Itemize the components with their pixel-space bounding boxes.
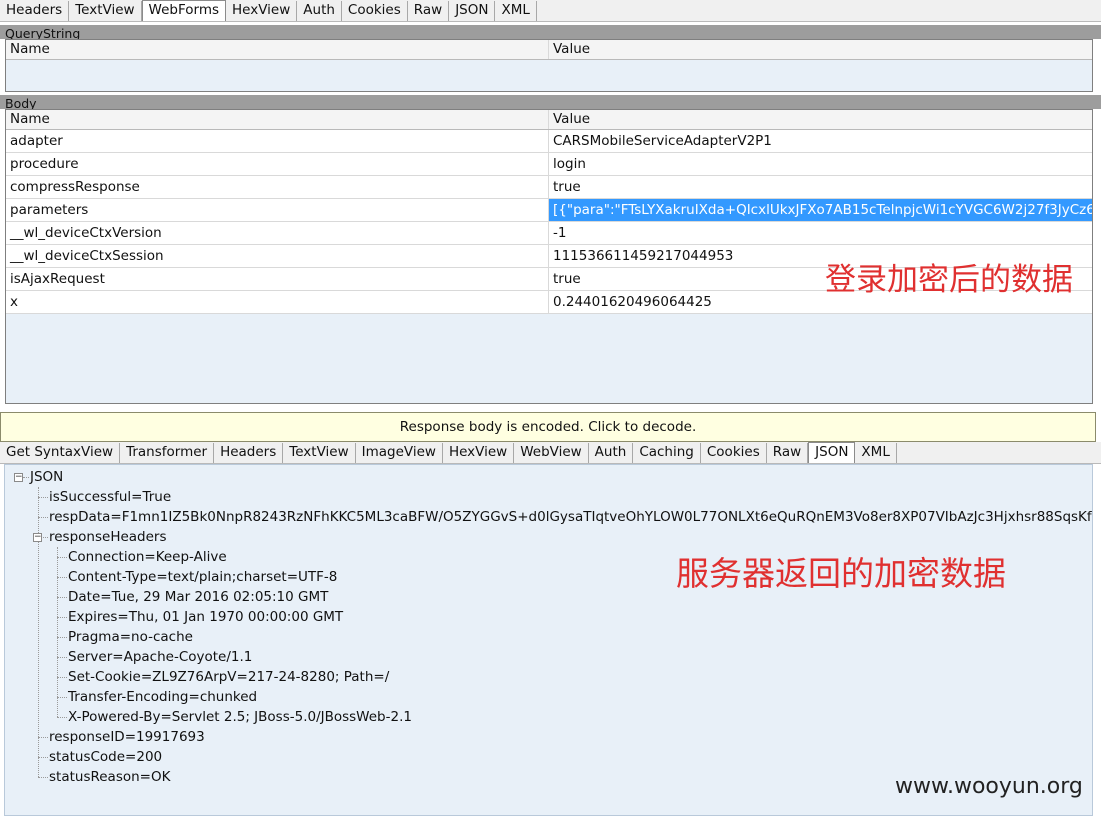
tree-node-header[interactable]: Server=Apache-Coyote/1.1 xyxy=(68,647,252,667)
tab-raw[interactable]: Raw xyxy=(767,443,809,463)
tree-connector xyxy=(57,597,67,598)
tab-raw[interactable]: Raw xyxy=(408,1,450,21)
tab-auth[interactable]: Auth xyxy=(297,1,342,21)
tree-node-responseid[interactable]: responseID=19917693 xyxy=(49,727,205,747)
tree-connector xyxy=(57,617,67,618)
tree-connector xyxy=(38,497,48,498)
tab-json[interactable]: JSON xyxy=(449,1,496,21)
tab-hexview[interactable]: HexView xyxy=(226,1,298,21)
column-header-name[interactable]: Name xyxy=(6,40,549,59)
tree-connector xyxy=(57,637,67,638)
cell-name[interactable]: procedure xyxy=(6,153,549,175)
tree-node-header[interactable]: Date=Tue, 29 Mar 2016 02:05:10 GMT xyxy=(68,587,328,607)
table-row[interactable]: procedure login xyxy=(6,153,1092,176)
tab-webforms[interactable]: WebForms xyxy=(141,0,227,21)
tab-textview[interactable]: TextView xyxy=(69,1,142,21)
querystring-header-row: Name Value xyxy=(6,40,1092,60)
body-header-row: Name Value xyxy=(6,110,1092,130)
tab-webview[interactable]: WebView xyxy=(514,443,589,463)
tab-headers[interactable]: Headers xyxy=(214,443,284,463)
tab-cookies[interactable]: Cookies xyxy=(701,443,767,463)
tree-connector xyxy=(57,547,58,717)
response-annotation: 服务器返回的加密数据 xyxy=(676,554,1006,593)
tree-node-header[interactable]: X-Powered-By=Servlet 2.5; JBoss-5.0/JBos… xyxy=(68,707,412,727)
tree-connector xyxy=(38,737,48,738)
tree-node-issuccessful[interactable]: isSuccessful=True xyxy=(49,487,171,507)
tree-connector xyxy=(57,557,67,558)
request-tab-bar: Headers TextView WebForms HexView Auth Cookie… xyxy=(0,0,1101,22)
tree-connector xyxy=(57,717,67,718)
tree-connector xyxy=(38,757,48,758)
tree-node-respdata[interactable]: respData=F1mn1IZ5Bk0NnpR8243RzNFhKKC5ML3… xyxy=(49,507,1092,527)
cell-name[interactable]: __wl_deviceCtxSession xyxy=(6,245,549,267)
tree-node-responseheaders[interactable]: responseHeaders xyxy=(49,527,167,547)
tab-auth[interactable]: Auth xyxy=(589,443,634,463)
querystring-section-title: QueryString xyxy=(0,25,1101,39)
tab-get-syntaxview[interactable]: Get SyntaxView xyxy=(0,443,121,463)
tree-connector xyxy=(57,697,67,698)
body-section-title: Body xyxy=(0,95,1101,109)
decode-banner[interactable]: Response body is encoded. Click to decod… xyxy=(0,412,1096,442)
querystring-grid[interactable]: Name Value xyxy=(5,39,1093,92)
cell-value[interactable]: login xyxy=(549,153,1092,175)
tree-connector xyxy=(23,477,29,478)
tab-json[interactable]: JSON xyxy=(808,442,856,463)
tree-node-header[interactable]: Pragma=no-cache xyxy=(68,627,193,647)
tab-xml[interactable]: XML xyxy=(495,1,537,21)
tab-transformer[interactable]: Transformer xyxy=(120,443,215,463)
tree-node-header[interactable]: Transfer-Encoding=chunked xyxy=(68,687,257,707)
tree-node-header[interactable]: Expires=Thu, 01 Jan 1970 00:00:00 GMT xyxy=(68,607,343,627)
table-row[interactable]: adapter CARSMobileServiceAdapterV2P1 xyxy=(6,130,1092,153)
tab-xml[interactable]: XML xyxy=(855,443,897,463)
watermark: www.wooyun.org xyxy=(895,774,1083,799)
tree-node-root[interactable]: JSON xyxy=(30,467,63,487)
tab-caching[interactable]: Caching xyxy=(633,443,701,463)
cell-value[interactable]: CARSMobileServiceAdapterV2P1 xyxy=(549,130,1092,152)
tree-connector xyxy=(38,777,48,778)
tree-connector xyxy=(38,517,48,518)
cell-name[interactable]: __wl_deviceCtxVersion xyxy=(6,222,549,244)
column-header-name[interactable]: Name xyxy=(6,110,549,129)
cell-value[interactable]: [{"para":"FTsLYXakruIXda+QIcxlUkxJFXo7AB… xyxy=(549,199,1092,221)
tab-headers[interactable]: Headers xyxy=(0,1,70,21)
tree-connector xyxy=(57,677,67,678)
tab-textview[interactable]: TextView xyxy=(283,443,356,463)
tab-cookies[interactable]: Cookies xyxy=(342,1,408,21)
cell-name[interactable]: isAjaxRequest xyxy=(6,268,549,290)
json-tree-panel[interactable]: − JSON isSuccessful=True respData=F1mn1I… xyxy=(4,464,1093,816)
cell-value[interactable]: true xyxy=(549,176,1092,198)
request-annotation: 登录加密后的数据 xyxy=(825,262,1073,298)
tree-node-header[interactable]: Content-Type=text/plain;charset=UTF-8 xyxy=(68,567,337,587)
response-tab-bar: Get SyntaxView Transformer Headers TextView… xyxy=(0,442,1101,464)
tree-connector xyxy=(43,537,48,538)
tree-node-statuscode[interactable]: statusCode=200 xyxy=(49,747,162,767)
tree-connector xyxy=(57,657,67,658)
tab-hexview[interactable]: HexView xyxy=(443,443,515,463)
tree-node-header[interactable]: Set-Cookie=ZL9Z76ArpV=217-24-8280; Path=… xyxy=(68,667,389,687)
column-header-value[interactable]: Value xyxy=(549,110,1092,129)
cell-name[interactable]: compressResponse xyxy=(6,176,549,198)
cell-name[interactable]: adapter xyxy=(6,130,549,152)
tree-connector xyxy=(57,577,67,578)
tree-node-header[interactable]: Connection=Keep-Alive xyxy=(68,547,227,567)
table-row[interactable]: __wl_deviceCtxVersion -1 xyxy=(6,222,1092,245)
body-grid[interactable]: Name Value adapter CARSMobileServiceAdapt… xyxy=(5,109,1093,404)
tree-connector xyxy=(38,487,39,777)
cell-name[interactable]: parameters xyxy=(6,199,549,221)
table-row[interactable]: compressResponse true xyxy=(6,176,1092,199)
column-header-value[interactable]: Value xyxy=(549,40,1092,59)
collapse-icon[interactable]: − xyxy=(33,533,42,542)
collapse-icon[interactable]: − xyxy=(14,473,23,482)
tree-node-statusreason[interactable]: statusReason=OK xyxy=(49,767,170,787)
cell-name[interactable]: x xyxy=(6,291,549,313)
tab-imageview[interactable]: ImageView xyxy=(356,443,443,463)
table-row[interactable]: parameters [{"para":"FTsLYXakruIXda+QIcxl… xyxy=(6,199,1092,222)
cell-value[interactable]: -1 xyxy=(549,222,1092,244)
